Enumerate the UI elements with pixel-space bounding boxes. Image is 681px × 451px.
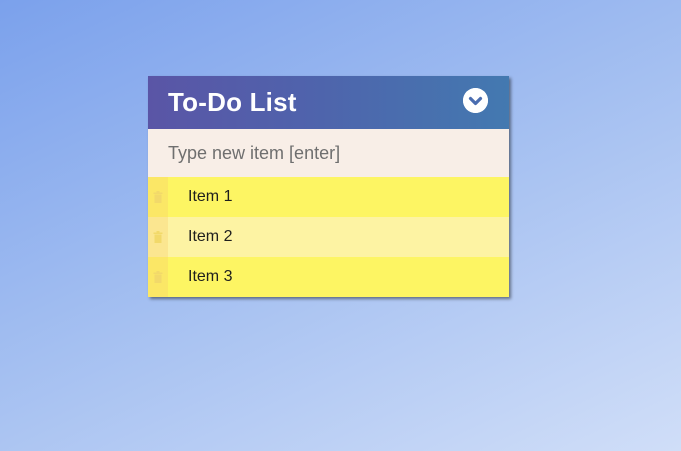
list-item[interactable]: Item 3 <box>148 257 509 297</box>
delete-item-button[interactable] <box>148 257 168 297</box>
trash-icon <box>153 231 163 243</box>
list-item-label: Item 2 <box>188 228 233 245</box>
todo-list: Item 1 Item 2 Item 3 <box>148 177 509 297</box>
delete-item-button[interactable] <box>148 217 168 257</box>
todo-widget: To-Do List Item 1 <box>148 76 509 297</box>
new-item-input[interactable] <box>148 129 509 177</box>
list-item[interactable]: Item 2 <box>148 217 509 257</box>
chevron-down-circle-icon <box>463 88 488 113</box>
list-item-label: Item 1 <box>188 188 233 205</box>
list-item[interactable]: Item 1 <box>148 177 509 217</box>
todo-header: To-Do List <box>148 76 509 129</box>
delete-item-button[interactable] <box>148 177 168 217</box>
trash-icon <box>153 271 163 283</box>
page-title: To-Do List <box>168 87 297 117</box>
toggle-input-button[interactable] <box>463 88 488 113</box>
trash-icon <box>153 191 163 203</box>
list-item-label: Item 3 <box>188 268 233 285</box>
